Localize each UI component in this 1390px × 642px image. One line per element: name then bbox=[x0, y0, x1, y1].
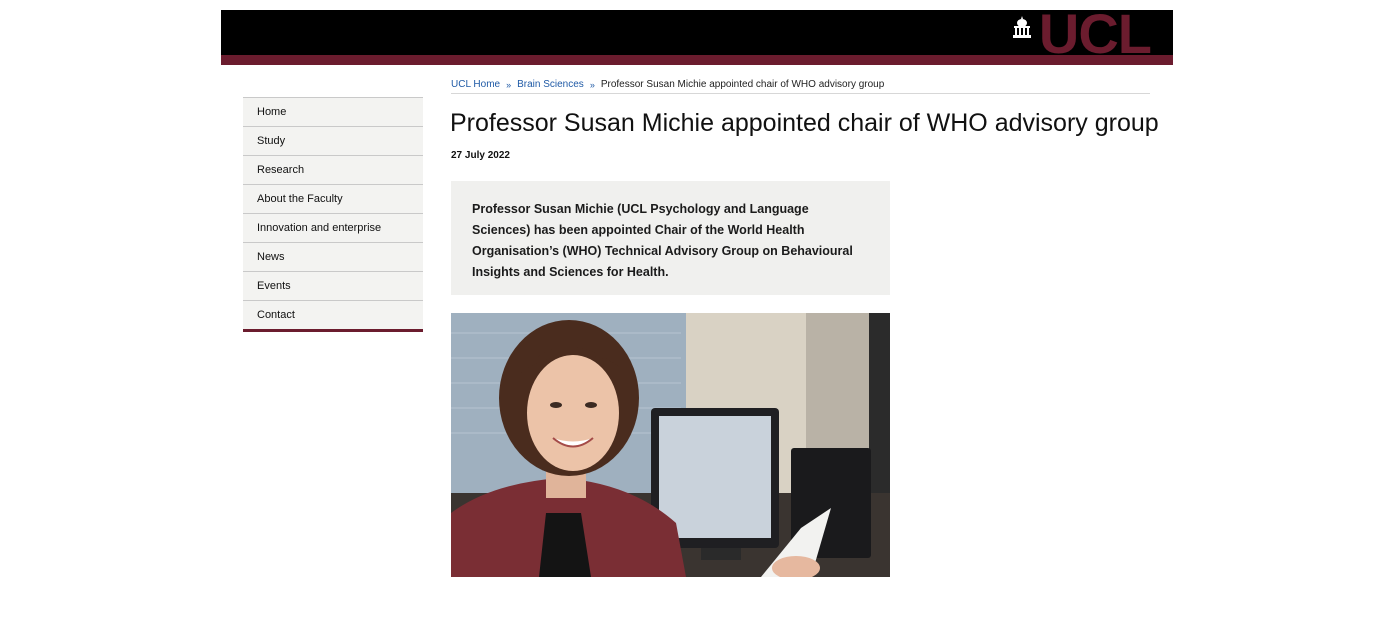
portrait-illustration bbox=[451, 313, 890, 577]
breadcrumb-brain-sciences[interactable]: Brain Sciences bbox=[517, 78, 584, 92]
article-date: 27 July 2022 bbox=[451, 150, 510, 161]
article-photo bbox=[451, 313, 890, 577]
sidebar-item-home[interactable]: Home bbox=[243, 98, 423, 127]
sidebar-item-research[interactable]: Research bbox=[243, 156, 423, 185]
breadcrumb: UCL Home » Brain Sciences » Professor Su… bbox=[451, 76, 1150, 94]
breadcrumb-separator: » bbox=[589, 79, 595, 90]
sidebar-item-study[interactable]: Study bbox=[243, 127, 423, 156]
sidebar-nav: Home Study Research About the Faculty In… bbox=[243, 97, 423, 332]
header-stripe bbox=[221, 55, 1173, 65]
article-summary: Professor Susan Michie (UCL Psychology a… bbox=[451, 181, 890, 295]
portico-icon bbox=[1012, 16, 1031, 38]
sidebar-item-contact[interactable]: Contact bbox=[243, 301, 423, 329]
sidebar-item-about-the-faculty[interactable]: About the Faculty bbox=[243, 185, 423, 214]
breadcrumb-current: Professor Susan Michie appointed chair o… bbox=[600, 78, 885, 90]
breadcrumb-separator: » bbox=[506, 79, 512, 90]
site-header: UCL bbox=[221, 2, 1173, 65]
sidebar-item-events[interactable]: Events bbox=[243, 272, 423, 301]
breadcrumb-ucl-home[interactable]: UCL Home bbox=[451, 78, 500, 92]
sidebar-item-innovation-and-enterprise[interactable]: Innovation and enterprise bbox=[243, 214, 423, 243]
page-title: Professor Susan Michie appointed chair o… bbox=[450, 109, 1159, 137]
sidebar-item-news[interactable]: News bbox=[243, 243, 423, 272]
logo-text: UCL bbox=[1038, 2, 1152, 65]
